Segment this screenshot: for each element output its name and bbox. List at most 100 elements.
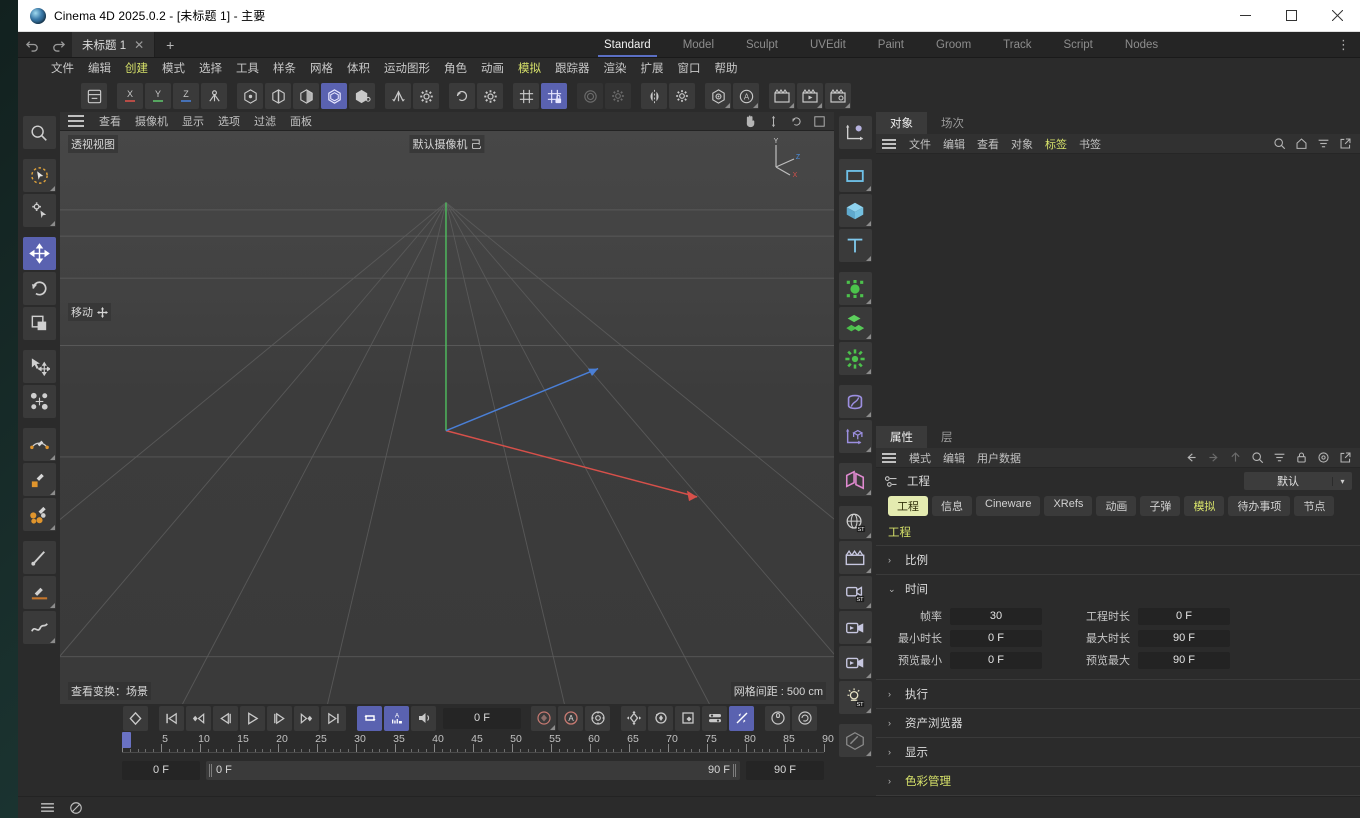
viewport-menu-panel[interactable]: 面板 xyxy=(283,113,319,129)
close-icon[interactable]: ✕ xyxy=(134,38,144,52)
workplane-settings-gear-icon[interactable] xyxy=(605,83,631,109)
fps-field[interactable]: 30 xyxy=(950,607,1042,625)
render-settings-icon[interactable] xyxy=(825,83,851,109)
magnifier-icon[interactable] xyxy=(22,116,56,149)
section-display[interactable]: › 显示 xyxy=(876,738,1360,767)
object-menu-view[interactable]: 查看 xyxy=(971,136,1005,152)
brush-tool-icon[interactable] xyxy=(22,576,56,609)
axis-settings-gear-icon[interactable] xyxy=(413,83,439,109)
target-icon[interactable] xyxy=(1317,451,1330,464)
menu-character[interactable]: 角色 xyxy=(437,58,474,80)
home-icon[interactable] xyxy=(1295,137,1308,150)
attr-menu-edit[interactable]: 编辑 xyxy=(937,450,971,466)
minimize-button[interactable] xyxy=(1222,0,1268,31)
loop-playback-button[interactable] xyxy=(357,705,382,731)
position-key-button[interactable] xyxy=(621,705,646,731)
text-object-icon[interactable] xyxy=(838,229,872,262)
menu-create[interactable]: 创建 xyxy=(118,58,155,80)
rotate-view-icon[interactable] xyxy=(790,115,803,128)
go-to-previous-key-button[interactable] xyxy=(186,705,211,731)
tab-uvedit[interactable]: UVEdit xyxy=(794,32,862,57)
undo-history-icon[interactable] xyxy=(81,83,107,109)
render-region-icon[interactable]: A xyxy=(733,83,759,109)
spline-edit-icon[interactable] xyxy=(22,463,56,496)
spline-pen-icon[interactable] xyxy=(22,428,56,461)
autokeying-button[interactable]: A xyxy=(384,705,409,731)
menu-mograph[interactable]: 运动图形 xyxy=(377,58,437,80)
knife-tool-icon[interactable] xyxy=(22,541,56,574)
preset-dropdown[interactable]: 默认 ▾ xyxy=(1244,472,1352,490)
object-menu-bookmarks[interactable]: 书签 xyxy=(1073,136,1107,152)
render-view-icon[interactable] xyxy=(705,83,731,109)
tab-track[interactable]: Track xyxy=(987,32,1047,57)
spline-primitives-icon[interactable] xyxy=(838,159,872,192)
close-button[interactable] xyxy=(1314,0,1360,31)
preview-range-slider[interactable]: 0 F 90 F xyxy=(206,760,740,780)
tab-script[interactable]: Script xyxy=(1047,32,1108,57)
mograph-objects-icon[interactable] xyxy=(838,307,872,340)
tab-model[interactable]: Model xyxy=(667,32,730,57)
environment-sky-icon[interactable]: ST xyxy=(838,506,872,539)
object-menu-file[interactable]: 文件 xyxy=(903,136,937,152)
workplane-icon[interactable] xyxy=(577,83,603,109)
tab-objects[interactable]: 对象 xyxy=(876,112,927,134)
symmetry-settings-gear-icon[interactable] xyxy=(669,83,695,109)
scale-key-button[interactable] xyxy=(675,705,700,731)
lock-y-axis-icon[interactable]: Y xyxy=(145,83,171,109)
dolly-icon[interactable] xyxy=(767,115,780,128)
attr-menu-mode[interactable]: 模式 xyxy=(903,450,937,466)
grid-snap-icon[interactable] xyxy=(513,83,539,109)
atab-simulation[interactable]: 模拟 xyxy=(1184,496,1225,516)
filter-icon[interactable] xyxy=(1273,451,1286,464)
edge-mode-icon[interactable] xyxy=(265,83,291,109)
tab-paint[interactable]: Paint xyxy=(862,32,920,57)
light-object-icon[interactable]: ST xyxy=(838,681,872,714)
maximize-button[interactable] xyxy=(1268,0,1314,31)
redo-arrow-icon[interactable] xyxy=(50,37,66,53)
atab-cineware[interactable]: Cineware xyxy=(976,496,1041,516)
render-to-picture-viewer-icon[interactable] xyxy=(769,83,795,109)
transform-cursor-icon[interactable] xyxy=(22,350,56,383)
null-object-icon[interactable] xyxy=(838,116,872,149)
menu-render[interactable]: 渲染 xyxy=(597,58,634,80)
mograph-effector-icon[interactable] xyxy=(838,342,872,375)
viewport-menu-display[interactable]: 显示 xyxy=(175,113,211,129)
go-to-previous-frame-button[interactable] xyxy=(213,705,238,731)
atab-xrefs[interactable]: XRefs xyxy=(1044,496,1093,516)
mograph-cloner-icon[interactable] xyxy=(838,272,872,305)
current-frame-field[interactable]: 0 F xyxy=(443,707,521,729)
section-color-management[interactable]: › 色彩管理 xyxy=(876,767,1360,796)
play-button[interactable] xyxy=(240,705,265,731)
menu-animation[interactable]: 动画 xyxy=(474,58,511,80)
tab-sculpt[interactable]: Sculpt xyxy=(730,32,794,57)
menu-spline[interactable]: 样条 xyxy=(266,58,303,80)
range-left-grip[interactable] xyxy=(209,763,213,777)
world-object-axis-icon[interactable] xyxy=(201,83,227,109)
circle-slash-icon[interactable] xyxy=(69,801,83,815)
viewport-menu-options[interactable]: 选项 xyxy=(211,113,247,129)
go-to-next-frame-button[interactable] xyxy=(267,705,292,731)
rotate-tool-icon[interactable] xyxy=(22,272,56,305)
search-icon[interactable] xyxy=(1251,451,1264,464)
timeline-ruler[interactable]: 051015202530354045505560657075808590 xyxy=(122,732,834,758)
model-mode-icon[interactable] xyxy=(349,83,375,109)
maximize-viewport-icon[interactable] xyxy=(813,115,826,128)
menu-help[interactable]: 帮助 xyxy=(708,58,745,80)
viewport-menu-camera[interactable]: 摄像机 xyxy=(128,113,175,129)
axis-modify-icon[interactable] xyxy=(385,83,411,109)
hamburger-icon[interactable] xyxy=(882,452,896,463)
hamburger-icon[interactable] xyxy=(68,115,84,127)
popout-icon[interactable] xyxy=(1339,451,1352,464)
viewport-menu-filter[interactable]: 过滤 xyxy=(247,113,283,129)
camera-object-alt-icon[interactable] xyxy=(838,646,872,679)
hamburger-icon[interactable] xyxy=(882,138,896,149)
record-keyframe-button[interactable] xyxy=(123,705,148,731)
tab-attributes[interactable]: 属性 xyxy=(876,426,927,448)
section-execute[interactable]: › 执行 xyxy=(876,680,1360,709)
record-active-objects-button[interactable] xyxy=(531,705,556,731)
menu-tools[interactable]: 工具 xyxy=(229,58,266,80)
field-object-icon[interactable] xyxy=(838,463,872,496)
lock-z-axis-icon[interactable]: Z xyxy=(173,83,199,109)
snap-lock-icon[interactable] xyxy=(541,83,567,109)
tab-takes[interactable]: 场次 xyxy=(927,112,978,134)
